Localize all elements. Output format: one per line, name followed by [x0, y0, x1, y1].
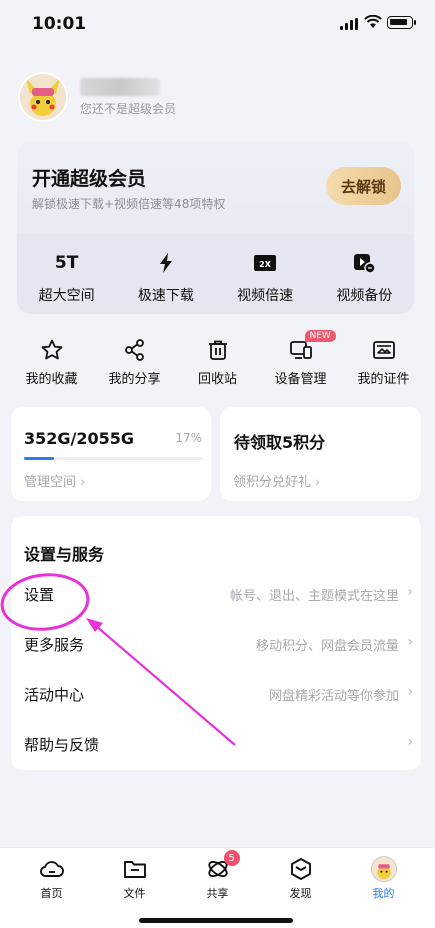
lightning-icon — [159, 253, 172, 273]
wifi-icon — [364, 15, 382, 28]
settings-row-more-services[interactable]: 更多服务 移动积分、网盘会员流量 › — [11, 624, 421, 664]
storage-percent: 17% — [175, 431, 202, 445]
manage-space-link[interactable]: 管理空间 › — [24, 471, 85, 490]
settings-row-help-feedback[interactable]: 帮助与反馈 › — [11, 724, 421, 764]
battery-cap — [414, 20, 416, 25]
tab-mine[interactable]: 我的 — [342, 848, 425, 928]
row-label: 活动中心 — [24, 686, 85, 704]
shortcut-device-management[interactable]: 设备管理 NEW — [259, 330, 342, 388]
chevron-right-icon: › — [407, 734, 413, 750]
storage-progress-bar — [24, 457, 202, 460]
manage-space-label: 管理空间 — [24, 475, 77, 490]
status-bar: 10:01 — [0, 0, 435, 50]
perk-video-speed[interactable]: 2X 视频倍速 — [216, 234, 315, 314]
settings-services-card: 设置与服务 设置 帐号、退出、主题模式在这里 › 更多服务 移动积分、网盘会员流… — [11, 516, 421, 770]
vip-subtitle: 解锁极速下载+视频倍速等48项特权 — [32, 197, 226, 211]
unlock-button[interactable]: 去解锁 — [326, 167, 401, 205]
storage-progress-fill — [24, 457, 55, 460]
trash-icon — [208, 340, 227, 360]
row-hint: 网盘精彩活动等你参加 — [268, 689, 399, 704]
shortcuts-row: 我的收藏 我的分享 回收站 设备管理 NEW 我的证件 — [10, 330, 425, 388]
chevron-right-icon: › — [407, 584, 413, 600]
shortcut-shares[interactable]: 我的分享 — [93, 338, 176, 388]
status-time: 10:01 — [32, 14, 87, 34]
row-label: 更多服务 — [24, 636, 85, 654]
tab-label: 文件 — [123, 887, 146, 900]
chevron-right-icon: › — [80, 475, 86, 490]
shortcut-label: 我的收藏 — [25, 372, 78, 387]
perk-label: 极速下载 — [137, 288, 194, 304]
shortcut-favorites[interactable]: 我的收藏 — [10, 338, 93, 388]
tab-label: 发现 — [289, 887, 312, 900]
shortcut-label: 设备管理 — [274, 372, 327, 387]
id-card-icon — [372, 341, 395, 359]
chevron-right-icon: › — [407, 634, 413, 650]
star-icon — [41, 339, 62, 360]
points-card[interactable]: 待领取5积分 领积分兑好礼 › — [220, 407, 421, 501]
bottom-tab-bar: 首页 文件 共享 5 发现 我的 — [0, 847, 435, 928]
tab-label: 我的 — [372, 887, 395, 900]
share-icon — [124, 339, 144, 361]
folder-icon — [123, 861, 146, 878]
perk-label: 视频备份 — [336, 288, 393, 304]
avatar-icon — [370, 856, 397, 882]
vip-status-text: 您还不是超级会员 — [80, 102, 177, 116]
tab-discover[interactable]: 发现 — [259, 848, 342, 928]
chevron-right-icon: › — [315, 475, 321, 490]
vip-card[interactable]: 开通超级会员 解锁极速下载+视频倍速等48项特权 去解锁 5T 超大空间 极速下… — [17, 142, 414, 314]
shortcut-label: 回收站 — [197, 372, 237, 387]
settings-row-activity-center[interactable]: 活动中心 网盘精彩活动等你参加 › — [11, 674, 421, 714]
battery-icon — [387, 16, 413, 29]
perk-fast-download[interactable]: 极速下载 — [116, 234, 215, 314]
redeem-points-link[interactable]: 领积分兑好礼 › — [233, 471, 320, 490]
home-indicator — [139, 918, 293, 923]
tab-label: 共享 — [206, 887, 229, 900]
cloud-home-icon — [39, 861, 64, 877]
tab-home[interactable]: 首页 — [10, 848, 93, 928]
blurred-username — [80, 78, 160, 96]
settings-section-title: 设置与服务 — [24, 545, 105, 564]
signal-icon — [340, 18, 360, 30]
vip-card-header: 开通超级会员 解锁极速下载+视频倍速等48项特权 去解锁 — [17, 142, 414, 234]
speed-2x-icon: 2X — [254, 255, 277, 271]
shortcut-documents[interactable]: 我的证件 — [342, 338, 425, 388]
tab-files[interactable]: 文件 — [93, 848, 176, 928]
row-hint: 移动积分、网盘会员流量 — [255, 639, 399, 654]
shortcut-label: 我的分享 — [108, 372, 161, 387]
storage-card[interactable]: 352G/2055G 17% 管理空间 › — [11, 407, 211, 501]
settings-row-settings[interactable]: 设置 帐号、退出、主题模式在这里 › — [11, 574, 421, 614]
perk-video-backup[interactable]: 视频备份 — [315, 234, 414, 314]
vip-title: 开通超级会员 — [32, 168, 147, 190]
row-hint: 帐号、退出、主题模式在这里 — [229, 589, 399, 604]
avatar[interactable] — [18, 72, 68, 122]
svg-text:2X: 2X — [259, 260, 272, 269]
discover-icon — [290, 858, 311, 880]
row-label: 设置 — [24, 586, 55, 604]
perk-label: 视频倍速 — [237, 288, 294, 304]
perk-label: 超大空间 — [38, 288, 95, 304]
shortcut-recycle-bin[interactable]: 回收站 — [176, 338, 259, 388]
video-backup-icon — [354, 254, 377, 274]
new-badge: NEW — [304, 330, 336, 342]
perk-storage[interactable]: 5T 超大空间 — [17, 234, 116, 314]
notification-badge: 5 — [223, 850, 240, 866]
tab-shared[interactable]: 共享 5 — [176, 848, 259, 928]
chevron-right-icon: › — [407, 684, 413, 700]
row-label: 帮助与反馈 — [24, 736, 100, 754]
tab-label: 首页 — [40, 887, 63, 900]
storage-value: 352G/2055G — [24, 429, 135, 448]
points-title: 待领取5积分 — [234, 433, 326, 452]
shortcut-label: 我的证件 — [357, 372, 410, 387]
vip-perks: 5T 超大空间 极速下载 2X 视频倍速 视频备份 — [17, 234, 414, 314]
redeem-points-label: 领积分兑好礼 — [233, 475, 312, 490]
storage-5t-icon: 5T — [54, 253, 79, 273]
